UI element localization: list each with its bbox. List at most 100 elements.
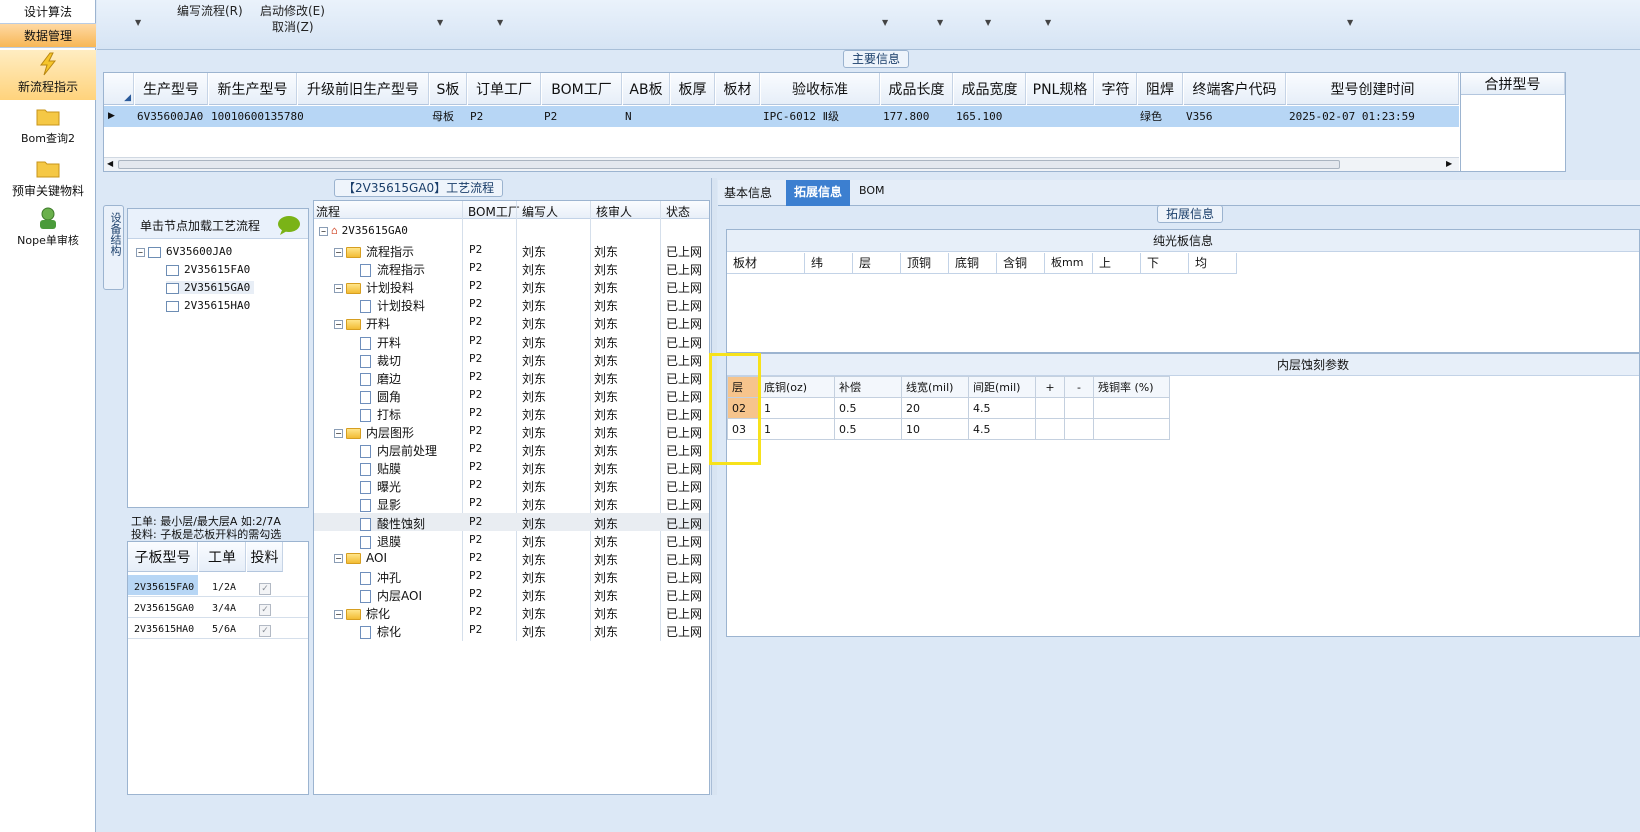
chevron-down-icon[interactable]: ▼ <box>937 18 943 27</box>
flow-row[interactable]: 裁切 P2 刘东 刘东 已上网 <box>314 350 709 368</box>
scroll-thumb[interactable] <box>118 160 1340 169</box>
cell[interactable] <box>1093 397 1170 419</box>
cell[interactable]: 5/6A <box>210 619 236 640</box>
col-header[interactable]: 上 <box>1093 253 1141 273</box>
flow-node-name[interactable]: 内层前处理 <box>360 442 437 459</box>
flow-row[interactable]: 流程指示 P2 刘东 刘东 已上网 <box>314 259 709 278</box>
col-header[interactable]: 均 <box>1189 253 1237 273</box>
flow-root-node[interactable]: − ⌂ 2V35615GA0 <box>319 224 408 237</box>
nav-data-management[interactable]: 数据管理 <box>0 24 96 48</box>
chevron-down-icon[interactable]: ▼ <box>985 18 991 27</box>
col-header[interactable]: 板厚 <box>671 73 715 105</box>
flow-row[interactable]: − 流程指示 P2 刘东 刘东 已上网 <box>314 241 709 259</box>
tree-node-selected[interactable]: 2V35615GA0 <box>166 281 255 294</box>
col-header[interactable]: 板材 <box>727 253 805 273</box>
col-header[interactable]: 补偿 <box>834 376 902 398</box>
flow-row[interactable]: 内层AOI P2 刘东 刘东 已上网 <box>314 585 709 603</box>
nav-prereview-material-button[interactable]: 预审关键物料 <box>0 156 96 202</box>
scroll-right-icon[interactable]: ▶ <box>1446 159 1452 168</box>
cell[interactable]: 2025-02-07 01:23:59 <box>1287 106 1415 127</box>
cell[interactable]: P2 <box>542 106 557 127</box>
cell[interactable]: P2 <box>468 106 483 127</box>
col-header[interactable]: 编写人 <box>522 203 558 220</box>
nav-design-algorithm[interactable]: 设计算法 <box>0 0 96 24</box>
flow-row[interactable]: 打标 P2 刘东 刘东 已上网 <box>314 404 709 422</box>
col-header[interactable]: PNL规格 <box>1027 73 1094 105</box>
flow-node-name[interactable]: 流程指示 <box>360 261 425 278</box>
col-header[interactable]: 成品长度 <box>881 73 953 105</box>
flow-node-name[interactable]: − 开料 <box>334 315 390 332</box>
cell[interactable]: N <box>623 106 632 127</box>
tree-node-root[interactable]: −6V35600JA0 <box>136 245 232 258</box>
tree-node[interactable]: 2V35615HA0 <box>166 299 250 312</box>
col-header[interactable]: 流程 <box>316 203 340 220</box>
collapse-icon[interactable]: − <box>334 429 343 438</box>
flow-node-name[interactable]: 圆角 <box>360 388 401 405</box>
flow-node-name[interactable]: 酸性蚀刻 <box>360 515 425 532</box>
chevron-down-icon[interactable]: ▼ <box>1045 18 1051 27</box>
flow-node-name[interactable]: 退膜 <box>360 533 401 550</box>
col-header[interactable]: 纬 <box>805 253 853 273</box>
cell[interactable]: 1 <box>759 418 835 440</box>
tab-extended-info[interactable]: 拓展信息 <box>786 180 850 206</box>
cell[interactable] <box>1035 397 1065 419</box>
chevron-down-icon[interactable]: ▼ <box>135 18 141 27</box>
flow-row[interactable]: − AOI P2 刘东 刘东 已上网 <box>314 549 709 567</box>
col-header[interactable]: 工单 <box>199 542 246 572</box>
flow-row[interactable]: − 棕化 P2 刘东 刘东 已上网 <box>314 603 709 621</box>
col-header[interactable]: 状态 <box>666 203 690 220</box>
cell[interactable]: 177.800 <box>881 106 929 127</box>
cell[interactable]: 20 <box>901 397 969 419</box>
flow-row[interactable]: − 内层图形 P2 刘东 刘东 已上网 <box>314 422 709 440</box>
cell[interactable]: 母板 <box>430 106 454 127</box>
col-header[interactable]: BOM工厂 <box>542 73 622 105</box>
collapse-icon[interactable]: − <box>334 320 343 330</box>
cell[interactable]: 绿色 <box>1138 106 1162 127</box>
flow-row[interactable]: 开料 P2 刘东 刘东 已上网 <box>314 332 709 350</box>
col-header[interactable]: 底铜 <box>949 253 997 273</box>
cell[interactable]: 165.100 <box>954 106 1002 127</box>
flow-row[interactable]: 贴膜 P2 刘东 刘东 已上网 <box>314 458 709 477</box>
flow-row[interactable]: − 开料 P2 刘东 刘东 已上网 <box>314 313 709 331</box>
col-header[interactable]: 投料 <box>247 542 283 572</box>
flow-node-name[interactable]: 计划投料 <box>360 297 425 314</box>
cell[interactable]: 2V35615FA0 <box>132 577 194 598</box>
nav-new-flow-button[interactable]: 新流程指示 <box>0 50 96 100</box>
col-header[interactable]: 阻焊 <box>1138 73 1183 105</box>
col-header[interactable]: - <box>1064 376 1094 398</box>
horizontal-scrollbar[interactable]: ◀ ▶ <box>104 157 1459 171</box>
cell[interactable]: 0.5 <box>834 397 902 419</box>
nav-nope-review-button[interactable]: Nope单审核 <box>0 206 96 252</box>
cell[interactable]: 3/4A <box>210 598 236 619</box>
col-header[interactable]: 残铜率 (%) <box>1093 376 1170 398</box>
flow-row[interactable]: 棕化 P2 刘东 刘东 已上网 <box>314 621 709 640</box>
flow-node-name[interactable]: 曝光 <box>360 478 401 495</box>
col-header[interactable]: 字符 <box>1095 73 1137 105</box>
col-header[interactable]: 核审人 <box>596 203 632 220</box>
col-header[interactable]: 板材 <box>716 73 760 105</box>
collapse-icon[interactable]: − <box>334 610 343 619</box>
chevron-down-icon[interactable]: ▼ <box>882 18 888 27</box>
chevron-down-icon[interactable]: ▼ <box>497 18 503 27</box>
flow-node-name[interactable]: 显影 <box>360 496 401 513</box>
flow-row[interactable]: 显影 P2 刘东 刘东 已上网 <box>314 494 709 513</box>
flow-node-name[interactable]: − 内层图形 <box>334 424 414 441</box>
merge-model-header[interactable]: 合拼型号 <box>1461 73 1565 95</box>
cancel-button[interactable]: 取消(Z) <box>272 18 314 35</box>
cell[interactable]: V356 <box>1184 106 1213 127</box>
tab-basic-info[interactable]: 基本信息 <box>724 184 772 201</box>
scroll-left-icon[interactable]: ◀ <box>107 159 113 168</box>
col-header[interactable]: 终端客户代码 <box>1184 73 1286 105</box>
flow-row[interactable]: 酸性蚀刻 P2 刘东 刘东 已上网 <box>314 512 709 532</box>
checkbox[interactable]: ✓ <box>259 601 271 616</box>
collapse-icon[interactable]: − <box>334 553 343 563</box>
cell[interactable]: 4.5 <box>968 397 1036 419</box>
collapse-icon[interactable]: − <box>334 284 343 294</box>
col-header[interactable]: 下 <box>1141 253 1189 273</box>
flow-node-name[interactable]: 内层AOI <box>360 587 422 604</box>
flow-node-name[interactable]: 打标 <box>360 406 401 423</box>
col-header[interactable]: 顶铜 <box>901 253 949 273</box>
col-header[interactable]: 子板型号 <box>128 542 198 572</box>
cell[interactable] <box>1035 418 1065 440</box>
table-row[interactable]: 02 1 0.5 20 4.5 <box>727 397 1170 419</box>
